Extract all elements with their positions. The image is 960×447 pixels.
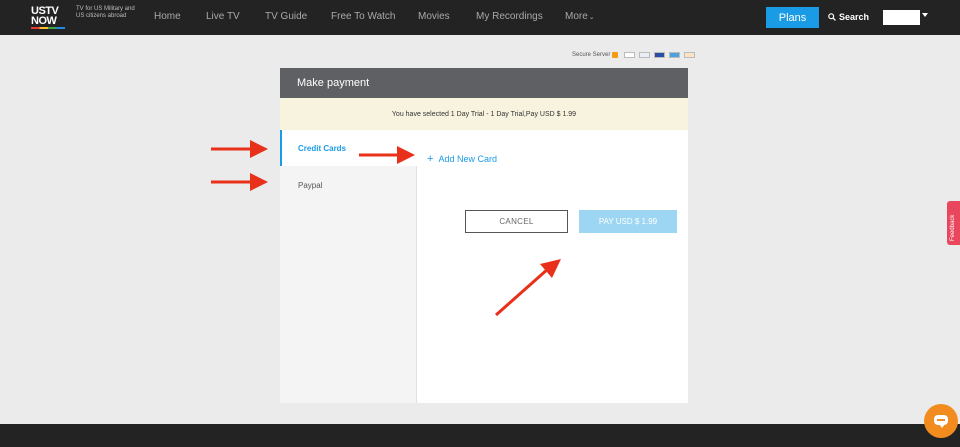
footer-bar [0,424,960,447]
payment-modal: Make payment You have selected 1 Day Tri… [280,68,688,403]
logo-text-bottom: NOW [31,15,57,27]
ustvnow-logo[interactable]: USTV NOW [31,6,67,30]
plan-selection-notice: You have selected 1 Day Trial - 1 Day Tr… [280,98,688,130]
account-dropdown-icon[interactable] [922,13,928,17]
nav-free-to-watch[interactable]: Free To Watch [331,11,395,22]
feedback-tab[interactable]: Feedback [947,201,960,245]
discover-icon [684,52,696,58]
chat-bubble-line [937,419,945,421]
user-account-box[interactable] [883,10,920,25]
pay-button[interactable]: PAY USD $ 1.99 [579,210,677,233]
plus-icon: + [427,153,434,165]
lock-icon [612,52,619,58]
logo-stripe [31,27,65,29]
add-new-card-label: Add New Card [438,154,497,164]
arrow-to-paypal-icon [211,173,268,191]
chat-button[interactable] [924,404,958,438]
secure-server-strip: Secure Server [572,52,697,58]
add-new-card-link[interactable]: + Add New Card [427,153,497,165]
chat-bubble-icon [934,415,948,428]
search-label: Search [839,12,870,22]
nav-home[interactable]: Home [154,11,181,22]
nav-more-label: More [565,11,588,22]
logo-tagline: TV for US Military and US citizens abroa… [76,6,135,19]
mastercard-icon [639,52,651,58]
nav-movies[interactable]: Movies [418,11,450,22]
secure-server-label: Secure Server [572,52,611,58]
modal-title: Make payment [280,68,688,98]
nav-tv-guide[interactable]: TV Guide [265,11,307,22]
card-logo-icon [624,52,636,58]
tab-paypal[interactable]: Paypal [280,167,417,203]
feedback-label: Feedback [950,214,956,241]
search-icon [828,13,836,21]
amex-icon [669,52,681,58]
arrow-to-credit-cards-icon [211,140,268,158]
visa-icon [654,52,666,58]
payment-method-sidebar: Credit Cards Paypal [280,130,417,403]
top-nav-bar: USTV NOW TV for US Military and US citiz… [0,0,960,35]
plans-button[interactable]: Plans [766,7,819,28]
nav-live-tv[interactable]: Live TV [206,11,240,22]
tab-credit-cards[interactable]: Credit Cards [280,130,417,166]
cancel-button[interactable]: CANCEL [465,210,568,233]
chevron-down-icon: ⌄ [588,14,595,21]
nav-my-recordings[interactable]: My Recordings [476,11,543,22]
nav-more[interactable]: More⌄ [565,11,595,22]
search-link[interactable]: Search [828,12,869,22]
